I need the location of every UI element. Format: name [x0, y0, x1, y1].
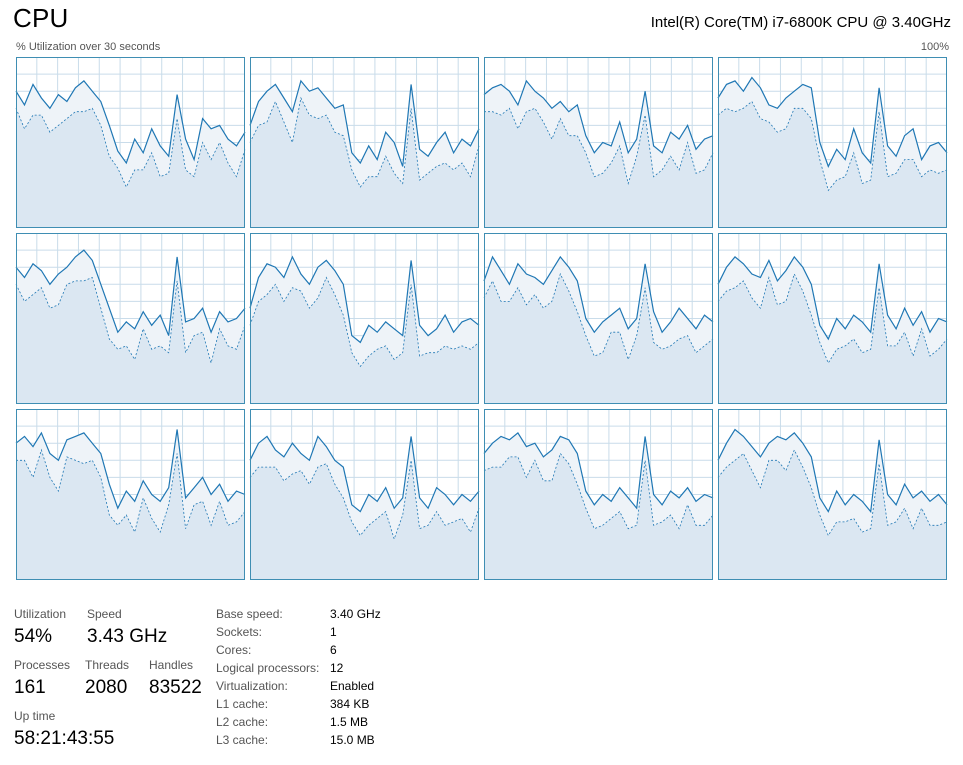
cpu-graph-3	[717, 57, 948, 228]
uptime-label: Up time	[14, 709, 56, 723]
threads-label: Threads	[85, 658, 130, 672]
processes-label: Processes	[14, 658, 71, 672]
cpu-graph-1	[249, 57, 480, 229]
cpu-graph-5	[249, 233, 480, 404]
cpu-graph-6	[483, 233, 714, 404]
cpu-graph-7	[717, 233, 948, 404]
cpu-graph-8	[15, 409, 246, 580]
l2-cache-value: 1.5 MB	[330, 715, 369, 729]
l1-cache-value: 384 KB	[330, 697, 370, 711]
l2-cache-label: L2 cache:	[216, 715, 269, 729]
cores-label: Cores:	[216, 643, 252, 657]
processes-value: 161	[14, 677, 46, 698]
l3-cache-value: 15.0 MB	[330, 733, 375, 747]
uptime-value: 58:21:43:55	[14, 728, 115, 749]
virtualization-value: Enabled	[330, 679, 375, 693]
virtualization-label: Virtualization:	[216, 679, 288, 693]
handles-label: Handles	[149, 658, 194, 672]
cpu-graph-10	[483, 409, 714, 580]
l3-cache-label: L3 cache:	[216, 733, 269, 747]
utilization-label: Utilization	[14, 607, 67, 621]
cpu-graph-2	[483, 57, 714, 229]
sockets-label: Sockets:	[216, 625, 263, 639]
handles-value: 83522	[149, 677, 202, 698]
threads-value: 2080	[85, 677, 128, 698]
speed-label: Speed	[87, 607, 122, 621]
cores-value: 6	[330, 643, 337, 657]
utilization-value: 54%	[14, 626, 53, 647]
base-speed-value: 3.40 GHz	[330, 607, 381, 621]
speed-value: 3.43 GHz	[87, 626, 168, 647]
logical-processor-graphs	[15, 57, 948, 580]
sockets-value: 1	[330, 625, 337, 639]
cpu-graph-0	[15, 57, 246, 229]
base-speed-label: Base speed:	[216, 607, 283, 621]
logical-processors-label: Logical processors:	[216, 661, 320, 675]
cpu-graph-9	[249, 409, 480, 580]
cpu-graph-4	[15, 233, 246, 404]
cpu-graph-11	[717, 409, 948, 580]
l1-cache-label: L1 cache:	[216, 697, 269, 711]
logical-processors-value: 12	[330, 661, 344, 675]
